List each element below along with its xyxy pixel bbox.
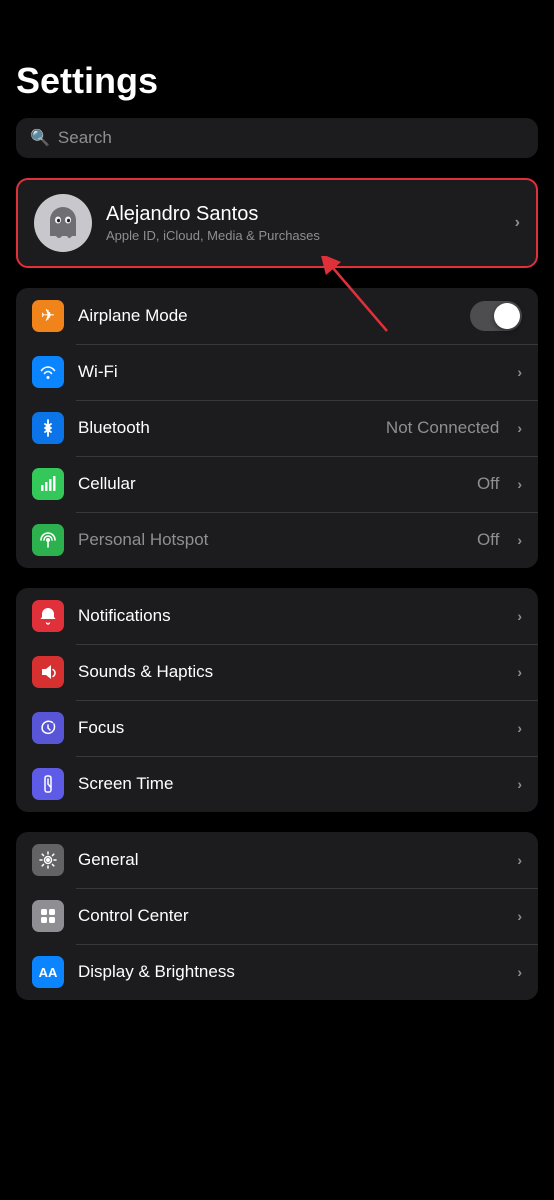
wifi-chevron: › bbox=[517, 364, 522, 380]
general-icon bbox=[32, 844, 64, 876]
search-input[interactable]: Search bbox=[58, 128, 112, 148]
wifi-label: Wi-Fi bbox=[78, 362, 503, 382]
sounds-icon bbox=[32, 656, 64, 688]
bluetooth-icon bbox=[32, 412, 64, 444]
screentime-label: Screen Time bbox=[78, 774, 503, 794]
profile-text: Alejandro Santos Apple ID, iCloud, Media… bbox=[106, 203, 501, 243]
screentime-icon bbox=[32, 768, 64, 800]
settings-row-cellular[interactable]: Cellular Off › bbox=[16, 456, 538, 512]
notifications-icon bbox=[32, 600, 64, 632]
page-title: Settings bbox=[16, 60, 538, 102]
general-section: General › Control Center › AA Display & … bbox=[16, 832, 538, 1000]
settings-page: Settings 🔍 Search Alejand bbox=[0, 0, 554, 1040]
settings-row-sounds[interactable]: Sounds & Haptics › bbox=[16, 644, 538, 700]
bluetooth-value: Not Connected bbox=[386, 418, 499, 438]
screentime-chevron: › bbox=[517, 776, 522, 792]
wifi-icon bbox=[32, 356, 64, 388]
hotspot-label: Personal Hotspot bbox=[78, 530, 463, 550]
focus-icon bbox=[32, 712, 64, 744]
settings-row-focus[interactable]: Focus › bbox=[16, 700, 538, 756]
cellular-chevron: › bbox=[517, 476, 522, 492]
sounds-label: Sounds & Haptics bbox=[78, 662, 503, 682]
display-chevron: › bbox=[517, 964, 522, 980]
connectivity-section: ✈ Airplane Mode Wi-Fi › bbox=[16, 288, 538, 568]
settings-row-bluetooth[interactable]: Bluetooth Not Connected › bbox=[16, 400, 538, 456]
notifications-label: Notifications bbox=[78, 606, 503, 626]
avatar bbox=[34, 194, 92, 252]
cellular-value: Off bbox=[477, 474, 499, 494]
hotspot-icon bbox=[32, 524, 64, 556]
display-icon: AA bbox=[32, 956, 64, 988]
search-bar[interactable]: 🔍 Search bbox=[16, 118, 538, 158]
settings-row-display[interactable]: AA Display & Brightness › bbox=[16, 944, 538, 1000]
hotspot-chevron: › bbox=[517, 532, 522, 548]
airplane-mode-label: Airplane Mode bbox=[78, 306, 456, 326]
settings-row-screentime[interactable]: Screen Time › bbox=[16, 756, 538, 812]
profile-section[interactable]: Alejandro Santos Apple ID, iCloud, Media… bbox=[16, 178, 538, 268]
airplane-mode-toggle[interactable] bbox=[470, 301, 522, 331]
general-label: General bbox=[78, 850, 503, 870]
settings-row-general[interactable]: General › bbox=[16, 832, 538, 888]
control-center-icon bbox=[32, 900, 64, 932]
bluetooth-label: Bluetooth bbox=[78, 418, 372, 438]
general-chevron: › bbox=[517, 852, 522, 868]
display-label: Display & Brightness bbox=[78, 962, 503, 982]
cellular-icon bbox=[32, 468, 64, 500]
search-icon: 🔍 bbox=[30, 128, 50, 148]
hotspot-value: Off bbox=[477, 530, 499, 550]
focus-chevron: › bbox=[517, 720, 522, 736]
notifications-section: Notifications › Sounds & Haptics › F bbox=[16, 588, 538, 812]
control-center-label: Control Center bbox=[78, 906, 503, 926]
toggle-knob bbox=[494, 303, 520, 329]
settings-row-notifications[interactable]: Notifications › bbox=[16, 588, 538, 644]
profile-name: Alejandro Santos bbox=[106, 203, 501, 226]
profile-chevron: › bbox=[515, 214, 520, 232]
profile-subtitle: Apple ID, iCloud, Media & Purchases bbox=[106, 228, 501, 243]
settings-row-hotspot[interactable]: Personal Hotspot Off › bbox=[16, 512, 538, 568]
control-center-chevron: › bbox=[517, 908, 522, 924]
airplane-mode-icon: ✈ bbox=[32, 300, 64, 332]
notifications-chevron: › bbox=[517, 608, 522, 624]
settings-row-wifi[interactable]: Wi-Fi › bbox=[16, 344, 538, 400]
settings-row-control-center[interactable]: Control Center › bbox=[16, 888, 538, 944]
bluetooth-chevron: › bbox=[517, 420, 522, 436]
focus-label: Focus bbox=[78, 718, 503, 738]
settings-row-airplane-mode[interactable]: ✈ Airplane Mode bbox=[16, 288, 538, 344]
profile-row[interactable]: Alejandro Santos Apple ID, iCloud, Media… bbox=[18, 180, 536, 266]
cellular-label: Cellular bbox=[78, 474, 463, 494]
sounds-chevron: › bbox=[517, 664, 522, 680]
